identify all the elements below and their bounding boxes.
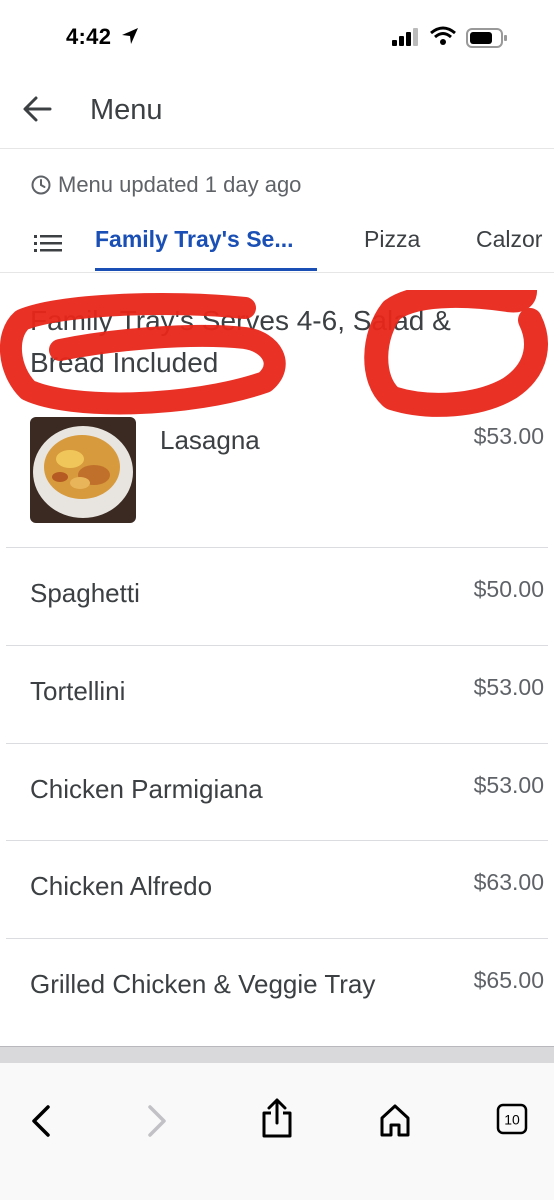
menu-item-price: $50.00 [473,576,544,602]
tab-family-trays[interactable]: Family Tray's Se... [95,226,294,253]
tab-pizza[interactable]: Pizza [364,226,420,253]
tab-calzone[interactable]: Calzor [476,226,542,253]
page-title: Menu [90,94,163,126]
menu-item-name: Tortellini [30,676,126,706]
chevron-left-icon[interactable] [26,1103,56,1144]
tabs-count: 10 [504,1112,520,1128]
menu-item-name: Chicken Alfredo [30,871,213,901]
location-arrow-icon [120,26,140,51]
menu-item[interactable]: Chicken Alfredo $63.00 [6,841,548,939]
menu-item-price: $53.00 [473,772,544,798]
menu-item[interactable]: Chicken Parmigiana $53.00 [6,744,548,841]
cellular-signal-icon [392,28,420,51]
menu-item-price: $53.00 [473,674,544,700]
browser-toolbar: 10 [0,1063,554,1200]
menu-item-price: $63.00 [473,869,544,895]
menu-item-name: Grilled Chicken & Veggie Tray [30,969,376,999]
chevron-right-icon[interactable] [142,1103,172,1144]
back-arrow-icon[interactable] [20,92,54,126]
menu-item[interactable]: Tortellini $53.00 [6,646,548,744]
menu-item-price: $53.00 [473,423,544,449]
menu-item-price: $65.00 [473,967,544,993]
menu-item-name: Chicken Parmigiana [30,774,263,804]
menu-item[interactable]: Spaghetti $50.00 [6,548,548,646]
content-bottom-divider [0,1046,554,1063]
menu-item[interactable]: Lasagna $53.00 [6,405,548,548]
category-tabs: Family Tray's Se... Pizza Calzor [0,212,554,273]
status-bar: 4:42 [0,0,554,70]
clock-icon [31,175,51,195]
section-title: Family Tray's Serves 4-6, Salad & Bread … [30,305,451,378]
app-header: Menu [0,70,554,149]
lasagna-photo [30,417,136,523]
menu-item-name: Spaghetti [30,578,140,608]
home-icon[interactable] [378,1103,412,1144]
list-icon[interactable] [34,234,62,257]
share-icon[interactable] [260,1097,294,1144]
tabs-count-icon[interactable]: 10 [496,1103,528,1140]
wifi-icon [430,26,456,51]
menu-item-name: Lasagna [160,425,260,455]
active-tab-indicator [95,268,317,271]
status-time: 4:42 [66,24,112,49]
menu-updated-note: Menu updated 1 day ago [30,172,301,198]
menu-updated-text: Menu updated 1 day ago [58,172,302,197]
battery-icon [466,28,508,53]
menu-item[interactable]: Grilled Chicken & Veggie Tray $65.00 [6,939,548,1039]
